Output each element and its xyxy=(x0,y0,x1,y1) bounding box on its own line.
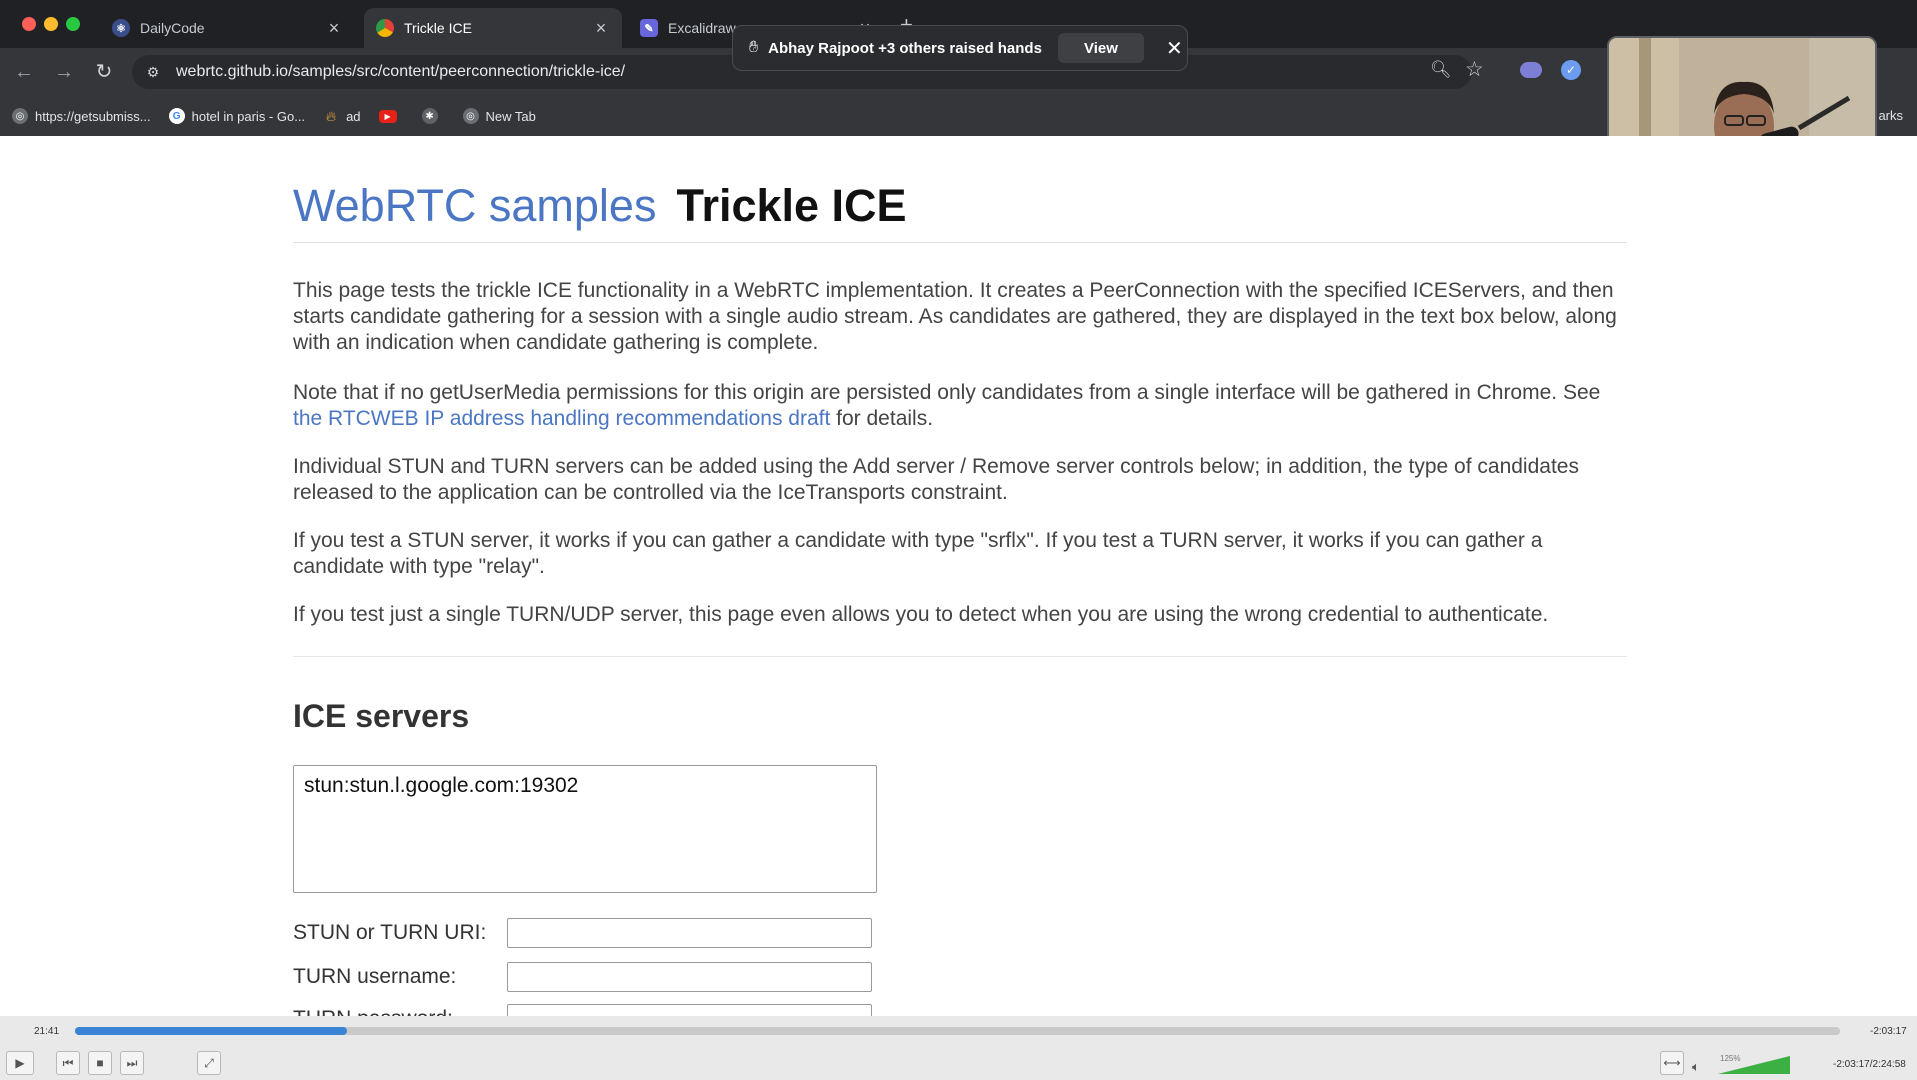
next-icon[interactable]: ⏭︎ xyxy=(120,1051,144,1075)
seek-bar[interactable] xyxy=(75,1027,1840,1035)
volume-icon[interactable]: 🔈︎ xyxy=(1692,1059,1700,1075)
previous-icon[interactable]: ⏮︎ xyxy=(56,1051,80,1075)
reload-icon[interactable]: ↻ xyxy=(92,60,116,84)
stop-icon[interactable]: ■ xyxy=(88,1051,112,1075)
tab-close-icon[interactable]: × xyxy=(325,19,343,37)
globe-icon: ◎ xyxy=(462,108,479,124)
heading-divider xyxy=(293,242,1627,243)
loop-icon[interactable]: ⟷ xyxy=(1660,1051,1684,1075)
view-button[interactable]: View xyxy=(1057,33,1144,63)
turn-password-row: TURN password: xyxy=(293,1002,993,1016)
intro-paragraph: This page tests the trickle ICE function… xyxy=(293,279,1617,354)
ice-servers-heading: ICE servers xyxy=(293,698,470,734)
raised-hands-notification: ✋︎ Abhay Rajpoot +3 others raised hands … xyxy=(732,25,1188,71)
elapsed-time: 21:41 xyxy=(34,1026,60,1037)
volume-percent: 125% xyxy=(1720,1054,1741,1063)
all-bookmarks-label[interactable]: arks xyxy=(1878,108,1903,123)
media-player-controls: 21:41 -2:03:17 ▶ ⏮︎ ■ ⏭︎ ⤢ ⟷ 🔈︎ 125% -2:… xyxy=(0,1016,1917,1080)
stun-turn-uri-row: STUN or TURN URI: xyxy=(293,916,993,950)
servers-paragraph: Individual STUN and TURN servers can be … xyxy=(293,455,1579,504)
extension-cloud-icon[interactable] xyxy=(1520,62,1542,78)
bookmark-item[interactable]: ▶ xyxy=(378,109,404,123)
window-minimize-button[interactable] xyxy=(44,17,58,31)
seek-bar-fill xyxy=(75,1027,347,1035)
bookmark-item[interactable]: ◎ New Tab xyxy=(462,108,536,124)
tab-title: Trickle ICE xyxy=(404,20,472,36)
bookmark-label: https://getsubmiss... xyxy=(35,108,151,124)
bookmark-label: hotel in paris - Go... xyxy=(191,108,306,124)
section-divider xyxy=(293,656,1627,657)
notification-text: Abhay Rajpoot +3 others raised hands xyxy=(768,39,1042,57)
page-viewport: WebRTC samples Trickle ICE This page test… xyxy=(0,136,1917,1016)
tab-trickle-ice[interactable]: Trickle ICE × xyxy=(364,8,622,48)
username-label: TURN username: xyxy=(293,965,457,988)
raised-hand-icon: ✋︎ xyxy=(749,39,759,56)
back-arrow-icon[interactable]: ← xyxy=(12,60,36,84)
dailycode-favicon-icon: ⚛ xyxy=(112,19,130,37)
window-close-button[interactable] xyxy=(22,17,36,31)
bookmark-item[interactable]: G hotel in paris - Go... xyxy=(168,108,306,124)
stun-turn-paragraph: If you test a STUN server, it works if y… xyxy=(293,529,1543,578)
window-maximize-button[interactable] xyxy=(66,17,80,31)
tab-title: DailyCode xyxy=(140,20,205,36)
permissions-paragraph: Note that if no getUserMedia permissions… xyxy=(293,380,1627,432)
tab-close-icon[interactable]: × xyxy=(592,19,610,37)
youtube-icon: ▶ xyxy=(378,109,397,123)
uri-label: STUN or TURN URI: xyxy=(293,921,487,944)
password-label: TURN password: xyxy=(293,1007,507,1016)
settings-gear-icon: ✱ xyxy=(421,108,438,124)
username-input[interactable] xyxy=(507,962,872,992)
site-settings-icon[interactable]: ⚙ xyxy=(144,63,162,81)
paragraph-text: for details. xyxy=(830,407,934,430)
bookmark-item[interactable]: 🔥︎ ad xyxy=(323,107,361,124)
rtcweb-draft-link[interactable]: the RTCWEB IP address handling recommend… xyxy=(293,407,830,430)
fire-icon: 🔥︎ xyxy=(325,107,337,124)
forward-arrow-icon[interactable]: → xyxy=(52,60,76,84)
excalidraw-favicon-icon: ✎ xyxy=(640,19,658,37)
paragraph-text: Note that if no getUserMedia permissions… xyxy=(293,381,1601,404)
credential-paragraph: If you test just a single TURN/UDP serve… xyxy=(293,603,1549,626)
server-list-item[interactable]: stun:stun.l.google.com:19302 xyxy=(304,774,866,798)
play-icon[interactable]: ▶ xyxy=(6,1051,34,1075)
bookmark-label: ad xyxy=(346,108,361,124)
total-time: -2:03:17/2:24:58 xyxy=(1833,1059,1906,1070)
webrtc-samples-link[interactable]: WebRTC samples xyxy=(293,180,656,231)
close-icon[interactable]: ✕ xyxy=(1166,36,1183,61)
bookmark-star-icon[interactable]: ☆ xyxy=(1465,57,1484,82)
page-title: Trickle ICE xyxy=(676,180,907,231)
uri-input[interactable] xyxy=(507,918,872,948)
bookmark-item[interactable]: ✱ xyxy=(421,108,445,124)
zoom-icon[interactable]: 🔍︎ xyxy=(1430,60,1452,80)
tab-dailycode[interactable]: ⚛ DailyCode × xyxy=(100,8,355,48)
remaining-time: -2:03:17 xyxy=(1870,1026,1907,1037)
bookmark-label: New Tab xyxy=(485,108,536,124)
bookmark-item[interactable]: ◎ https://getsubmiss... xyxy=(12,108,151,124)
webrtc-favicon-icon xyxy=(376,19,394,37)
page-heading: WebRTC samples Trickle ICE xyxy=(293,180,907,232)
google-icon: G xyxy=(168,108,185,124)
fullscreen-icon[interactable]: ⤢ xyxy=(197,1051,221,1075)
password-input[interactable] xyxy=(507,1004,872,1016)
extension-compass-icon[interactable]: ✓ xyxy=(1561,60,1581,80)
url-text[interactable]: webrtc.github.io/samples/src/content/pee… xyxy=(176,63,625,81)
ice-servers-list[interactable]: stun:stun.l.google.com:19302 xyxy=(293,765,877,893)
globe-icon: ◎ xyxy=(12,108,28,124)
turn-username-row: TURN username: xyxy=(293,960,993,994)
